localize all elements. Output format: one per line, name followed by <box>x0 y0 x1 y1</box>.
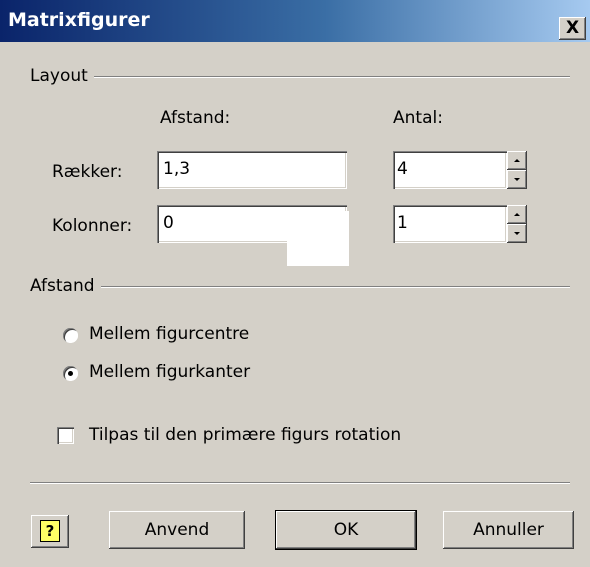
help-question-icon: ? <box>40 520 60 542</box>
rows-label: Rækker: <box>52 162 123 182</box>
edges-radio-label[interactable]: Mellem figurkanter <box>89 362 250 382</box>
columns-spacing-value: 0 <box>163 213 174 233</box>
rows-count-value: 4 <box>397 159 408 179</box>
close-button[interactable]: X <box>559 17 586 40</box>
count-column-header: Antal: <box>393 108 443 128</box>
rows-spacing-input[interactable]: 1,3 <box>157 151 347 189</box>
rows-count-up-arrow-icon[interactable] <box>507 151 527 170</box>
cancel-button[interactable]: Annuller <box>443 511 574 549</box>
rotation-checkbox[interactable] <box>57 427 74 444</box>
columns-count-input[interactable]: 1 <box>393 205 507 243</box>
dialog-title: Matrixfigurer <box>8 9 150 31</box>
apply-button[interactable]: Anvend <box>109 511 245 549</box>
columns-count-down-arrow-icon[interactable] <box>507 224 527 243</box>
centers-radio[interactable] <box>63 328 78 343</box>
ok-button[interactable]: OK <box>276 511 416 549</box>
columns-label: Kolonner: <box>52 216 133 236</box>
rows-spacing-value: 1,3 <box>163 159 191 179</box>
spacing-column-header: Afstand: <box>160 108 231 128</box>
white-overlay <box>287 211 349 266</box>
spacing-group-divider <box>30 286 570 288</box>
rotation-checkbox-label[interactable]: Tilpas til den primære figurs rotation <box>89 425 401 445</box>
rows-count-spinner[interactable] <box>507 151 527 189</box>
title-bar[interactable]: Matrixfigurer X <box>0 0 590 42</box>
spacing-group-label: Afstand <box>30 276 101 296</box>
bottom-divider <box>30 482 570 484</box>
layout-group-label: Layout <box>30 66 94 86</box>
layout-group-divider <box>30 76 570 78</box>
rows-count-input[interactable]: 4 <box>393 151 507 189</box>
columns-count-up-arrow-icon[interactable] <box>507 205 527 224</box>
columns-count-value: 1 <box>397 213 408 233</box>
matrix-shapes-dialog: Matrixfigurer X Layout Afstand: Antal: R… <box>0 0 590 567</box>
help-button[interactable]: ? <box>31 515 69 548</box>
edges-radio[interactable] <box>63 366 78 381</box>
rows-count-down-arrow-icon[interactable] <box>507 170 527 189</box>
centers-radio-label[interactable]: Mellem figurcentre <box>89 324 249 344</box>
columns-count-spinner[interactable] <box>507 205 527 243</box>
